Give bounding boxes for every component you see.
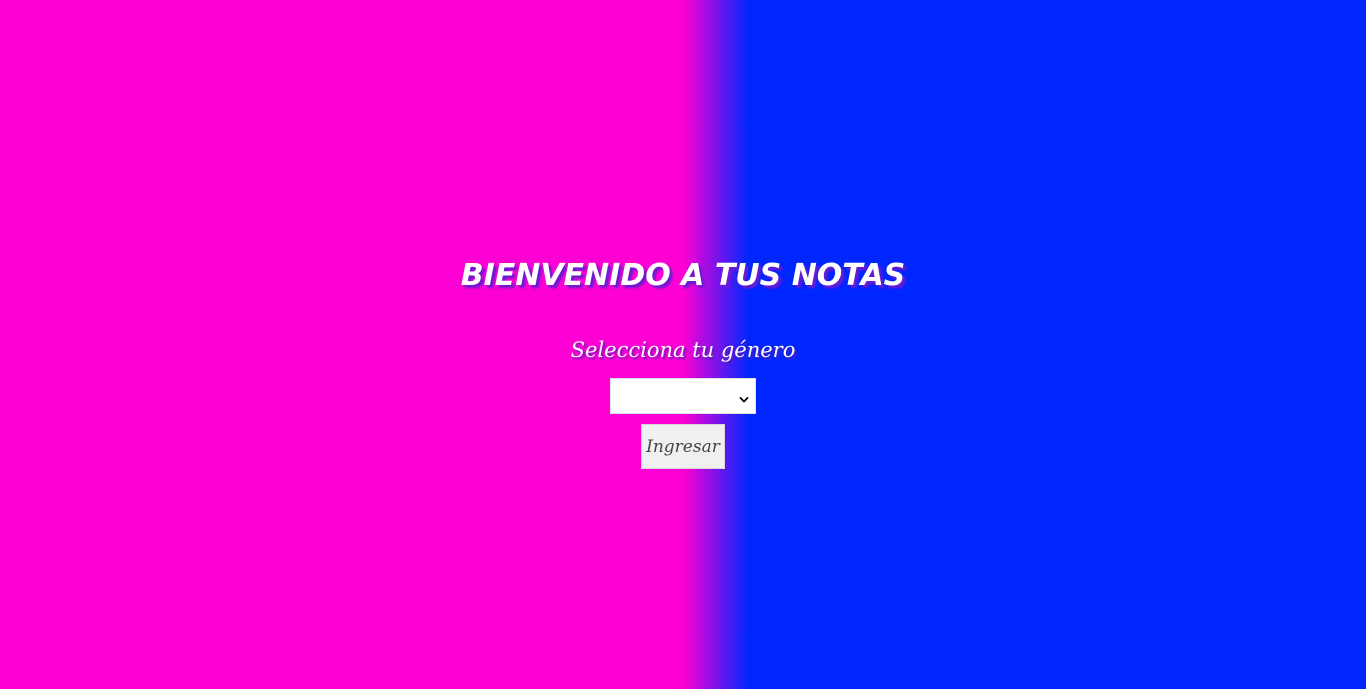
page: { "header": { "title": "BIENVENIDO A TUS… [0, 0, 1366, 689]
page-title: BIENVENIDO A TUS NOTAS [460, 258, 906, 293]
gender-select-input[interactable] [611, 379, 755, 413]
gender-select[interactable] [610, 378, 756, 414]
gender-label: Selecciona tu género [570, 338, 796, 362]
ingresar-button[interactable]: Ingresar [641, 424, 725, 469]
welcome-screen: BIENVENIDO A TUS NOTAS Selecciona tu gén… [0, 0, 1366, 689]
